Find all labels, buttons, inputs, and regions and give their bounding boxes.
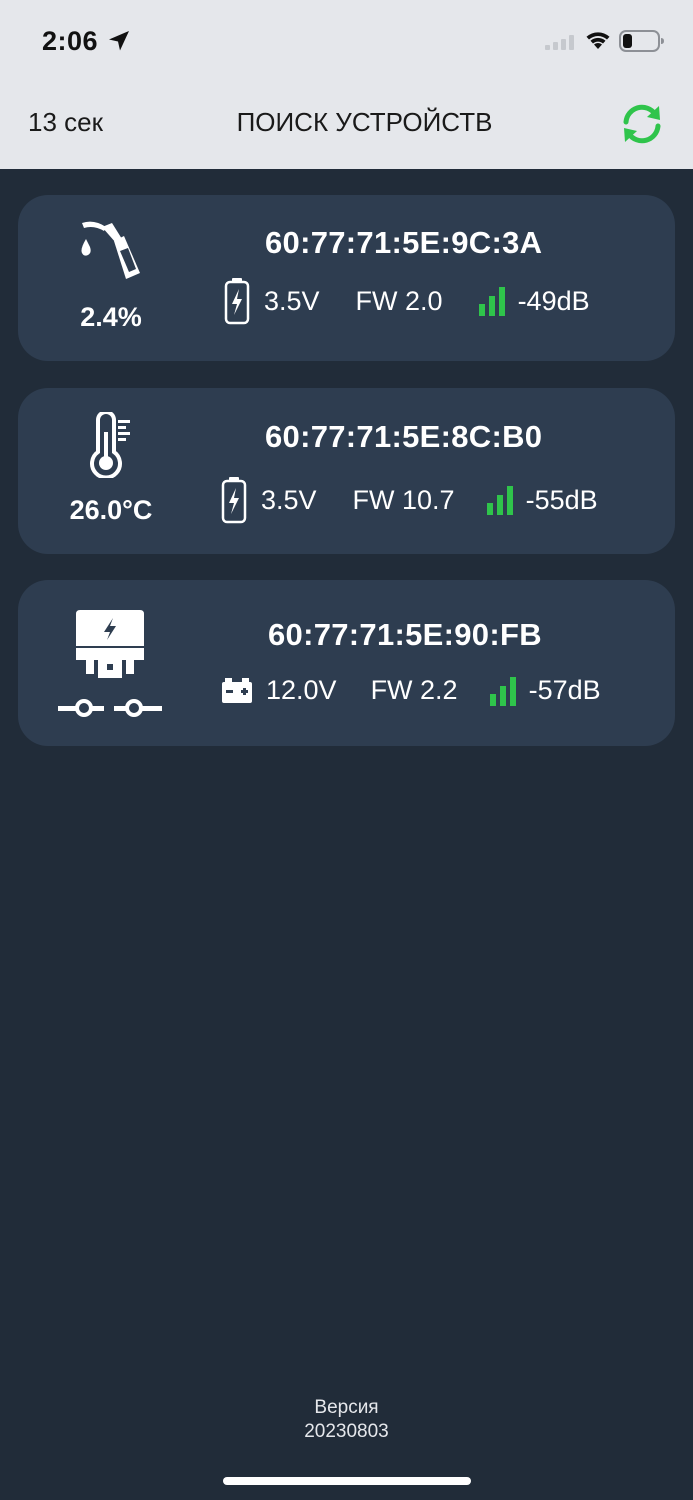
device-card[interactable]: 26.0°C 60:77:71:5E:8C:B0 3.5V FW 10.7 -5… [18, 388, 675, 554]
top-bar: 2:06 13 сек ПОИСК УСТРОЙСТВ [0, 0, 693, 169]
version-label: Версия [314, 1397, 379, 1418]
cellular-signal-icon [545, 35, 574, 50]
wifi-icon [586, 32, 610, 49]
home-indicator[interactable] [223, 1477, 471, 1485]
device-rssi: -49dB [517, 285, 590, 316]
device-firmware: FW 2.2 [370, 675, 458, 705]
status-time: 2:06 [42, 26, 99, 56]
signal-bars-icon [478, 287, 505, 316]
device-voltage: 3.5V [264, 285, 320, 316]
device-info-row: 3.5V FW 10.7 -55dB [221, 476, 598, 524]
device-info-row: 3.5V FW 2.0 -49dB [224, 277, 590, 325]
device-reading: 2.4% [80, 302, 142, 332]
refresh-icon[interactable] [618, 100, 666, 148]
device-mac: 60:77:71:5E:90:FB [268, 617, 542, 652]
device-info-row: 12.0V FW 2.2 -57dB [221, 675, 601, 706]
version-number: 20230803 [304, 1421, 389, 1442]
signal-bars-icon [486, 486, 513, 515]
version-footer: Версия 20230803 [0, 1396, 693, 1444]
device-mac: 60:77:71:5E:9C:3A [265, 225, 543, 260]
page-title: ПОИСК УСТРОЙСТВ [236, 107, 493, 137]
device-card[interactable]: 2.4% 60:77:71:5E:9C:3A 3.5V FW 2.0 -49dB [18, 195, 675, 361]
thermometer-icon [90, 412, 130, 478]
device-rssi: -57dB [528, 675, 601, 705]
device-firmware: FW 2.0 [355, 285, 443, 316]
device-voltage: 12.0V [266, 675, 337, 705]
device-rssi: -55dB [525, 484, 598, 515]
signal-bars-icon [489, 676, 516, 706]
device-voltage: 3.5V [261, 484, 317, 515]
car-battery-icon [222, 677, 252, 703]
location-arrow-icon [109, 31, 129, 51]
device-card[interactable]: 60:77:71:5E:90:FB 12.0V FW 2.2 -57dB [18, 580, 675, 746]
power-relay-icon [58, 610, 162, 717]
device-firmware: FW 10.7 [352, 484, 455, 515]
battery-charging-icon [224, 278, 250, 325]
fuel-nozzle-icon [81, 221, 140, 279]
device-reading: 26.0°C [69, 495, 153, 525]
battery-icon [619, 30, 664, 52]
device-mac: 60:77:71:5E:8C:B0 [265, 419, 543, 454]
battery-charging-icon [221, 477, 247, 524]
status-bar: 2:06 [0, 0, 693, 80]
